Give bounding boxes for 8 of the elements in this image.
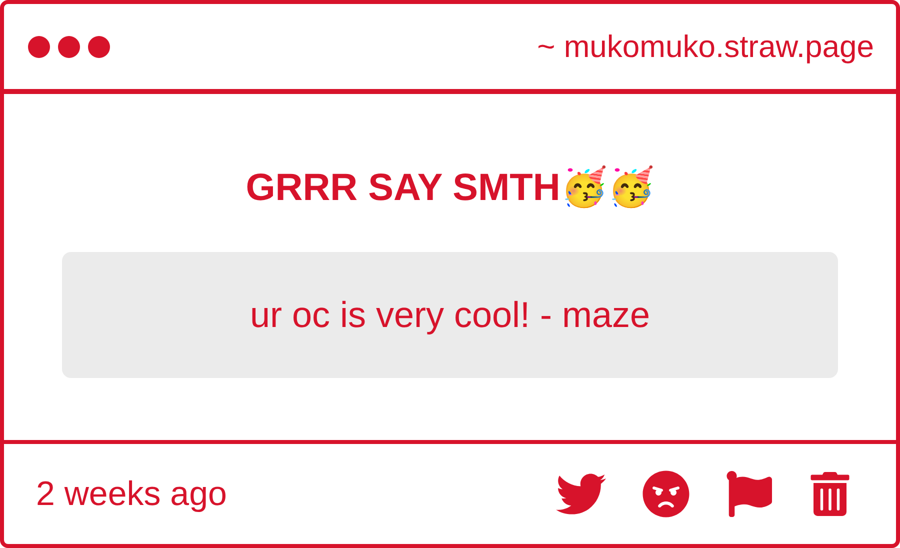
window-controls-icon (28, 36, 110, 58)
trash-icon[interactable] (808, 472, 852, 516)
timestamp: 2 weeks ago (36, 474, 227, 514)
page-url: ~ mukomuko.straw.page (537, 28, 874, 64)
angry-face-icon[interactable] (642, 470, 690, 518)
message-title: GRRR SAY SMTH🥳🥳 (246, 164, 654, 211)
flag-icon[interactable] (726, 471, 772, 517)
message-text: ur oc is very cool! - maze (250, 294, 650, 336)
